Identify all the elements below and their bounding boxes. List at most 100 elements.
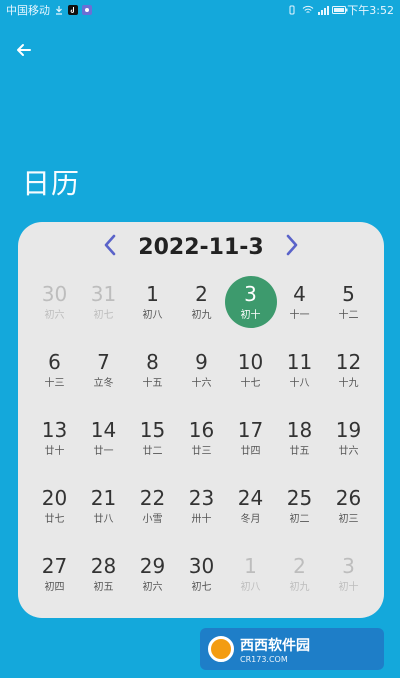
calendar-grid: 30 初六 31 初七 1 初八 2 初九 3 初十 4 十一 5 十二 6 十三 7 立冬 8十… bbox=[30, 276, 372, 616]
day-cell[interactable]: 12 十九 bbox=[324, 344, 373, 412]
month-title: 2022-11-3 bbox=[138, 234, 264, 260]
lunar-date: 初七 bbox=[191, 582, 212, 593]
day-cell[interactable]: 25 初二 bbox=[275, 480, 324, 548]
day-cell[interactable]: 7 立冬 bbox=[79, 344, 128, 412]
status-left: 中国移动 bbox=[6, 2, 92, 18]
carrier-label: 中国移动 bbox=[6, 4, 50, 17]
status-bar: 中国移动 下午3:52 bbox=[0, 0, 400, 20]
day-number: 17 bbox=[237, 418, 264, 442]
lunar-date: 十九 bbox=[338, 378, 359, 389]
day-cell[interactable]: 5 十二 bbox=[324, 276, 373, 344]
day-number: 1 bbox=[244, 554, 257, 578]
day-cell[interactable]: 10 十七 bbox=[226, 344, 275, 412]
lunar-date: 初七 bbox=[93, 310, 114, 321]
day-number: 27 bbox=[41, 554, 68, 578]
day-cell[interactable]: 18 廿五 bbox=[275, 412, 324, 480]
lunar-date: 冬月 bbox=[240, 514, 261, 525]
day-number: 18 bbox=[286, 418, 313, 442]
signal-icon bbox=[317, 5, 330, 15]
day-number: 16 bbox=[188, 418, 215, 442]
day-cell[interactable]: 20 廿七 bbox=[30, 480, 79, 548]
day-cell[interactable]: 19 廿六 bbox=[324, 412, 373, 480]
day-cell[interactable]: 30 初七 bbox=[177, 548, 226, 616]
day-cell[interactable]: 29 初六 bbox=[128, 548, 177, 616]
status-right: 下午3:52 bbox=[287, 2, 394, 18]
lunar-date: 廿八 bbox=[93, 514, 114, 525]
day-cell[interactable]: 16 廿三 bbox=[177, 412, 226, 480]
lunar-date: 十五 bbox=[142, 378, 163, 389]
day-number: 13 bbox=[41, 418, 68, 442]
day-number: 14 bbox=[90, 418, 117, 442]
lunar-date: 初十 bbox=[240, 310, 261, 321]
lunar-date: 廿四 bbox=[240, 446, 261, 457]
day-cell[interactable]: 13 廿十 bbox=[30, 412, 79, 480]
day-cell[interactable]: 31 初七 bbox=[79, 276, 128, 344]
day-number: 28 bbox=[90, 554, 117, 578]
day-number: 2 bbox=[293, 554, 306, 578]
day-cell[interactable]: 24 冬月 bbox=[226, 480, 275, 548]
back-button[interactable] bbox=[12, 40, 36, 64]
day-cell[interactable]: 21 廿八 bbox=[79, 480, 128, 548]
lunar-date: 廿二 bbox=[142, 446, 163, 457]
day-cell[interactable]: 2 初九 bbox=[275, 548, 324, 616]
lunar-date: 初四 bbox=[44, 582, 65, 593]
lunar-date: 初九 bbox=[191, 310, 212, 321]
watermark-site: CR173.COM bbox=[240, 654, 288, 664]
day-number: 15 bbox=[139, 418, 166, 442]
calendar-header: 2022-11-3 bbox=[18, 232, 384, 262]
lunar-date: 小雪 bbox=[142, 514, 163, 525]
day-number: 31 bbox=[90, 282, 117, 306]
day-cell[interactable]: 17 廿四 bbox=[226, 412, 275, 480]
day-number: 26 bbox=[335, 486, 362, 510]
day-number: 10 bbox=[237, 350, 264, 374]
day-cell[interactable]: 2 初九 bbox=[177, 276, 226, 344]
day-cell[interactable]: 28 初五 bbox=[79, 548, 128, 616]
day-cell[interactable]: 27 初四 bbox=[30, 548, 79, 616]
lunar-date: 初三 bbox=[338, 514, 359, 525]
lunar-date: 初十 bbox=[338, 582, 359, 593]
day-cell[interactable]: 1 初八 bbox=[226, 548, 275, 616]
day-cell[interactable]: 15 廿二 bbox=[128, 412, 177, 480]
chevron-right-icon bbox=[285, 234, 299, 260]
lunar-date: 十八 bbox=[289, 378, 310, 389]
lunar-date: 廿一 bbox=[93, 446, 114, 457]
lunar-date: 廿七 bbox=[44, 514, 65, 525]
day-cell[interactable]: 23 卅十 bbox=[177, 480, 226, 548]
day-cell[interactable]: 11 十八 bbox=[275, 344, 324, 412]
day-number: 6 bbox=[48, 350, 61, 374]
lunar-date: 廿三 bbox=[191, 446, 212, 457]
day-cell[interactable]: 3 初十 bbox=[324, 548, 373, 616]
page-title: 日历 bbox=[22, 167, 81, 200]
lunar-date: 初六 bbox=[44, 310, 65, 321]
next-month-button[interactable] bbox=[282, 234, 302, 260]
day-cell[interactable]: 9 十六 bbox=[177, 344, 226, 412]
day-cell[interactable]: 6 十三 bbox=[30, 344, 79, 412]
day-number: 12 bbox=[335, 350, 362, 374]
day-cell[interactable]: 30 初六 bbox=[30, 276, 79, 344]
day-cell[interactable]: 26 初三 bbox=[324, 480, 373, 548]
day-number: 3 bbox=[342, 554, 355, 578]
wifi-icon bbox=[302, 5, 314, 15]
calendar-card: 2022-11-3 30 初六 31 初七 1 初八 2 初九 3 初十 4 十一 5 十二 … bbox=[18, 222, 384, 618]
lunar-date: 十一 bbox=[289, 310, 310, 321]
day-cell[interactable]: 4 十一 bbox=[275, 276, 324, 344]
day-number: 3 bbox=[244, 282, 257, 306]
day-number: 9 bbox=[195, 350, 208, 374]
lunar-date: 十二 bbox=[338, 310, 359, 321]
day-cell[interactable]: 8 十五 bbox=[128, 344, 177, 412]
day-cell[interactable]: 22 小雪 bbox=[128, 480, 177, 548]
day-cell[interactable]: 3 初十 bbox=[224, 276, 277, 344]
download-icon bbox=[54, 5, 64, 15]
lunar-date: 卅十 bbox=[191, 514, 212, 525]
lunar-date: 初二 bbox=[289, 514, 310, 525]
day-number: 20 bbox=[41, 486, 68, 510]
prev-month-button[interactable] bbox=[100, 234, 120, 259]
day-cell[interactable]: 14 廿一 bbox=[79, 412, 128, 480]
day-number: 5 bbox=[342, 282, 355, 306]
lunar-date: 初九 bbox=[289, 582, 310, 593]
day-number: 29 bbox=[139, 554, 166, 578]
day-number: 7 bbox=[97, 350, 110, 374]
lunar-date: 初八 bbox=[142, 310, 163, 321]
day-number: 23 bbox=[188, 486, 215, 510]
day-cell[interactable]: 1 初八 bbox=[128, 276, 177, 344]
